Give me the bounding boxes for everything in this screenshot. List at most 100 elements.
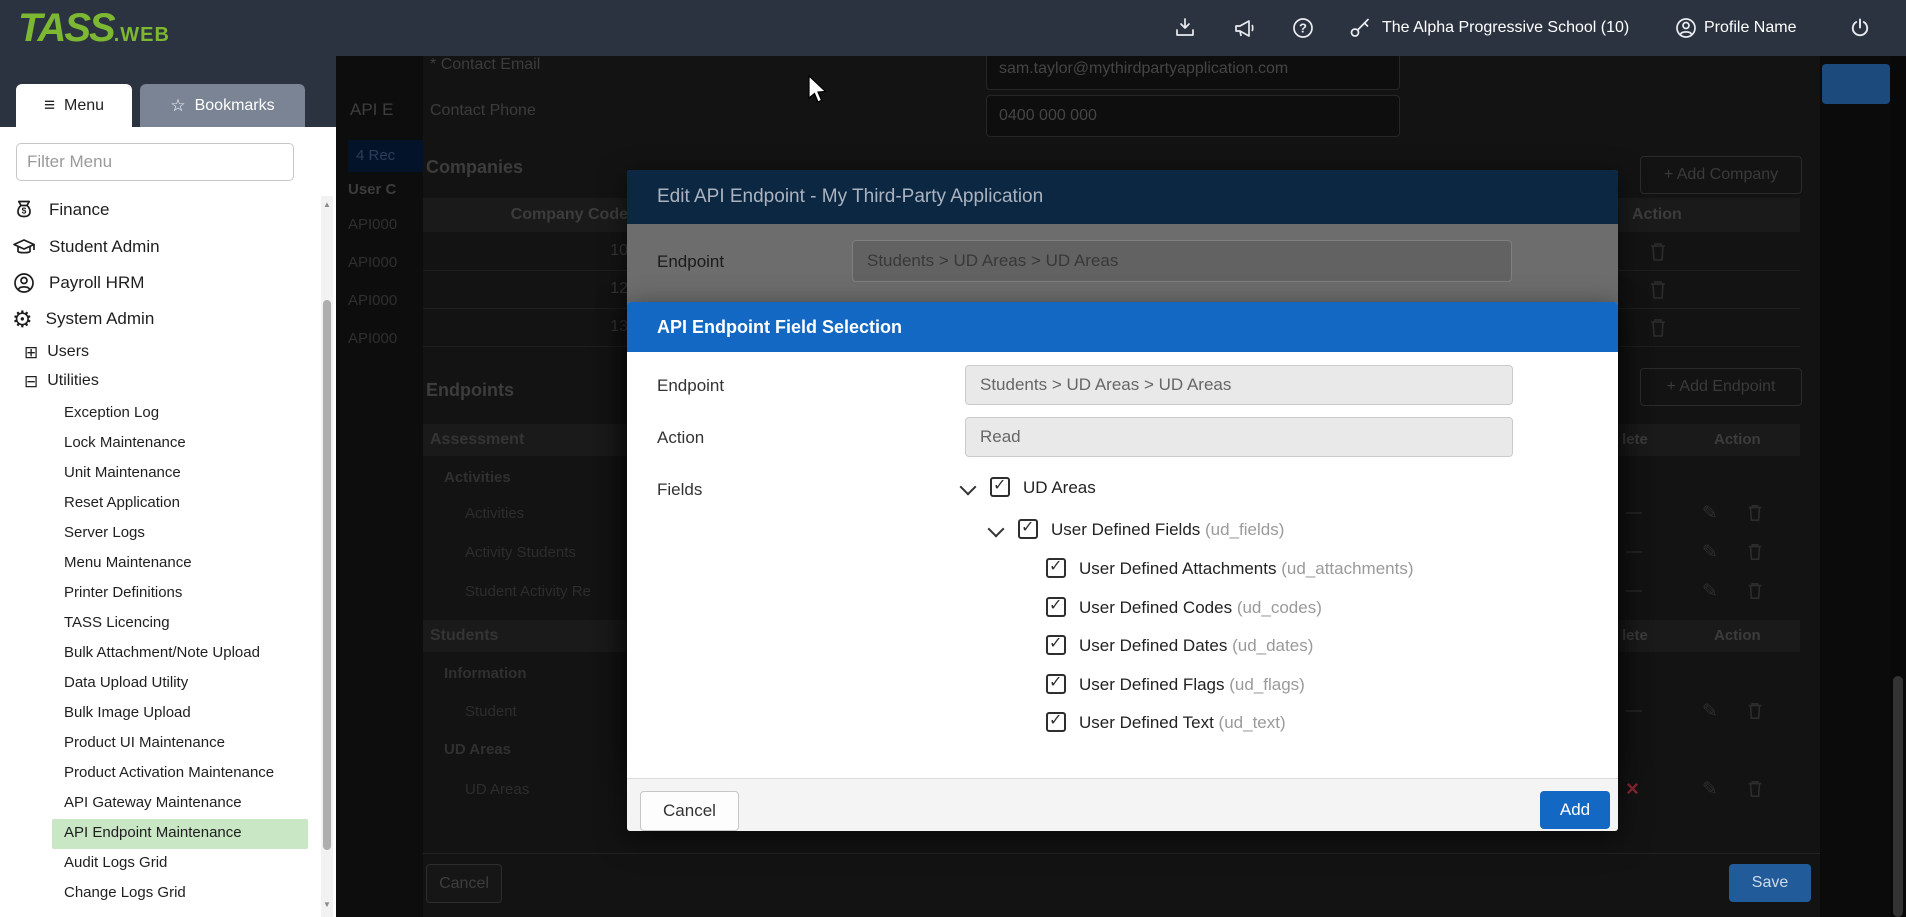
trash-icon: [1648, 279, 1668, 301]
gear-icon: ⚙: [12, 308, 33, 331]
school-key-icon[interactable]: [1348, 16, 1372, 40]
trash-icon: [1746, 503, 1764, 523]
edit-pencil-icon: ✎: [1702, 504, 1718, 523]
tree-node-leaf: User Defined Codes (ud_codes): [1079, 598, 1322, 618]
sidebar-item-product-activation[interactable]: Product Activation Maintenance: [64, 759, 314, 787]
tree-node-root: UD Areas: [1023, 478, 1096, 498]
school-name[interactable]: The Alpha Progressive School (10): [1382, 19, 1629, 37]
checkbox-checked[interactable]: ✓: [1046, 674, 1066, 694]
checkbox-checked[interactable]: ✓: [990, 477, 1010, 497]
sidebar-item-reset-application[interactable]: Reset Application: [64, 489, 314, 517]
tree-node-leaf: User Defined Text (ud_text): [1079, 713, 1286, 733]
checkmark-icon: ✓: [1049, 672, 1062, 692]
edit-pencil-icon: ✎: [1702, 543, 1718, 562]
sidebar-item-bulk-attachment[interactable]: Bulk Attachment/Note Upload: [64, 639, 314, 667]
endpoint-row: Students: [430, 627, 498, 645]
endpoints-heading: Endpoints: [426, 380, 514, 401]
collapse-minus-icon[interactable]: ⊟: [24, 373, 38, 390]
sidebar-item-finance[interactable]: $ Finance: [12, 195, 312, 225]
scroll-up-arrow[interactable]: ▲: [322, 200, 332, 209]
trash-icon: [1648, 241, 1668, 263]
logo-suffix-text: .WEB: [114, 24, 170, 47]
sidebar-item-lock-maintenance[interactable]: Lock Maintenance: [64, 429, 314, 457]
companies-heading: Companies: [426, 157, 523, 178]
grad-cap-icon: [12, 235, 36, 259]
contact-phone-field: 0400 000 000: [986, 95, 1400, 137]
trash-icon: [1746, 779, 1764, 799]
download-icon[interactable]: [1173, 16, 1197, 40]
endpoint-row: UD Areas: [444, 741, 511, 758]
sidebar-item-change-logs-grid[interactable]: Change Logs Grid: [64, 879, 314, 907]
add-button[interactable]: Add: [1540, 791, 1610, 829]
field-selection-header: API Endpoint Field Selection: [627, 302, 1618, 352]
no-delete-dash: —: [1626, 543, 1642, 561]
sidebar-item-exception-log[interactable]: Exception Log: [64, 399, 314, 427]
sidebar-item-data-upload[interactable]: Data Upload Utility: [64, 669, 314, 697]
sidebar-item-menu-maintenance[interactable]: Menu Maintenance: [64, 549, 314, 577]
tab-bookmarks[interactable]: ☆ Bookmarks: [140, 84, 305, 127]
endpoint-row: UD Areas: [465, 781, 529, 798]
footer-divider: [423, 853, 1820, 854]
sidebar-item-api-endpoint-maintenance[interactable]: API Endpoint Maintenance: [64, 819, 314, 847]
sidebar-item-student-admin[interactable]: Student Admin: [12, 232, 312, 262]
field-code: (ud_fields): [1205, 520, 1284, 539]
trash-icon: [1648, 317, 1668, 339]
sidebar-item-product-ui[interactable]: Product UI Maintenance: [64, 729, 314, 757]
trash-icon: [1746, 701, 1764, 721]
svg-text:?: ?: [1299, 21, 1307, 36]
mouse-cursor: [806, 74, 828, 104]
checkmark-icon: ✓: [1049, 556, 1062, 576]
companies-action-header: Action: [1632, 206, 1682, 224]
endpoint-action-header: Action: [1714, 627, 1761, 644]
page-scrollbar-thumb[interactable]: [1893, 676, 1903, 917]
checkbox-checked[interactable]: ✓: [1046, 712, 1066, 732]
delete-header-clipped: lete: [1622, 627, 1648, 644]
sidebar-item-bulk-image-upload[interactable]: Bulk Image Upload: [64, 699, 314, 727]
page-title: API E: [350, 100, 414, 120]
edit-modal-header: Edit API Endpoint - My Third-Party Appli…: [627, 170, 1618, 224]
no-delete-dash: —: [1626, 702, 1642, 720]
sidebar-item-server-logs[interactable]: Server Logs: [64, 519, 314, 547]
svg-text:$: $: [22, 206, 27, 216]
endpoint-row: Student: [465, 703, 517, 720]
megaphone-icon[interactable]: [1233, 16, 1257, 40]
edit-modal-title: Edit API Endpoint - My Third-Party Appli…: [657, 186, 1043, 208]
sidebar-item-system-admin[interactable]: ⚙ System Admin: [12, 304, 312, 334]
no-delete-dash: —: [1626, 582, 1642, 600]
power-icon[interactable]: [1848, 16, 1872, 40]
sidebar-group-utilities[interactable]: ⊟ Utilities: [24, 367, 314, 395]
sidebar-scrollbar-thumb[interactable]: [323, 300, 331, 850]
add-company-button: + Add Company: [1640, 156, 1802, 194]
profile-name[interactable]: Profile Name: [1704, 19, 1796, 37]
sidebar-item-api-gateway[interactable]: API Gateway Maintenance: [64, 789, 314, 817]
grid-row: API000: [348, 254, 397, 271]
help-icon[interactable]: ?: [1291, 16, 1315, 40]
required-asterisk: *: [430, 56, 436, 73]
profile-icon[interactable]: [1674, 16, 1698, 40]
field-code: (ud_text): [1219, 713, 1286, 732]
chevron-down-icon[interactable]: [988, 521, 1005, 538]
money-bag-icon: $: [12, 198, 36, 222]
grid-row: API000: [348, 330, 397, 347]
cancel-button[interactable]: Cancel: [640, 791, 739, 831]
checkbox-checked[interactable]: ✓: [1046, 635, 1066, 655]
tree-node-parent: User Defined Fields (ud_fields): [1051, 520, 1284, 540]
scroll-down-arrow[interactable]: ▼: [322, 900, 332, 909]
tab-menu[interactable]: ≡ Menu: [16, 84, 132, 127]
sidebar-group-users[interactable]: ⊞ Users: [24, 338, 314, 366]
endpoint-row: Activities: [465, 505, 524, 522]
sidebar-item-tass-licencing[interactable]: TASS Licencing: [64, 609, 314, 637]
tass-logo[interactable]: TASS .WEB: [18, 6, 170, 51]
chevron-down-icon[interactable]: [960, 479, 977, 496]
sidebar-item-printer-definitions[interactable]: Printer Definitions: [64, 579, 314, 607]
sidebar-item-payroll-hrm[interactable]: Payroll HRM: [12, 268, 312, 298]
sidebar-item-unit-maintenance[interactable]: Unit Maintenance: [64, 459, 314, 487]
checkbox-checked[interactable]: ✓: [1046, 558, 1066, 578]
checkmark-icon: ✓: [1049, 710, 1062, 730]
checkbox-checked[interactable]: ✓: [1046, 597, 1066, 617]
checkbox-checked[interactable]: ✓: [1018, 519, 1038, 539]
expand-plus-icon[interactable]: ⊞: [24, 344, 38, 361]
sidebar-item-audit-logs-grid[interactable]: Audit Logs Grid: [64, 849, 314, 877]
edit-pencil-icon: ✎: [1702, 780, 1718, 799]
filter-menu-input[interactable]: [16, 143, 294, 181]
